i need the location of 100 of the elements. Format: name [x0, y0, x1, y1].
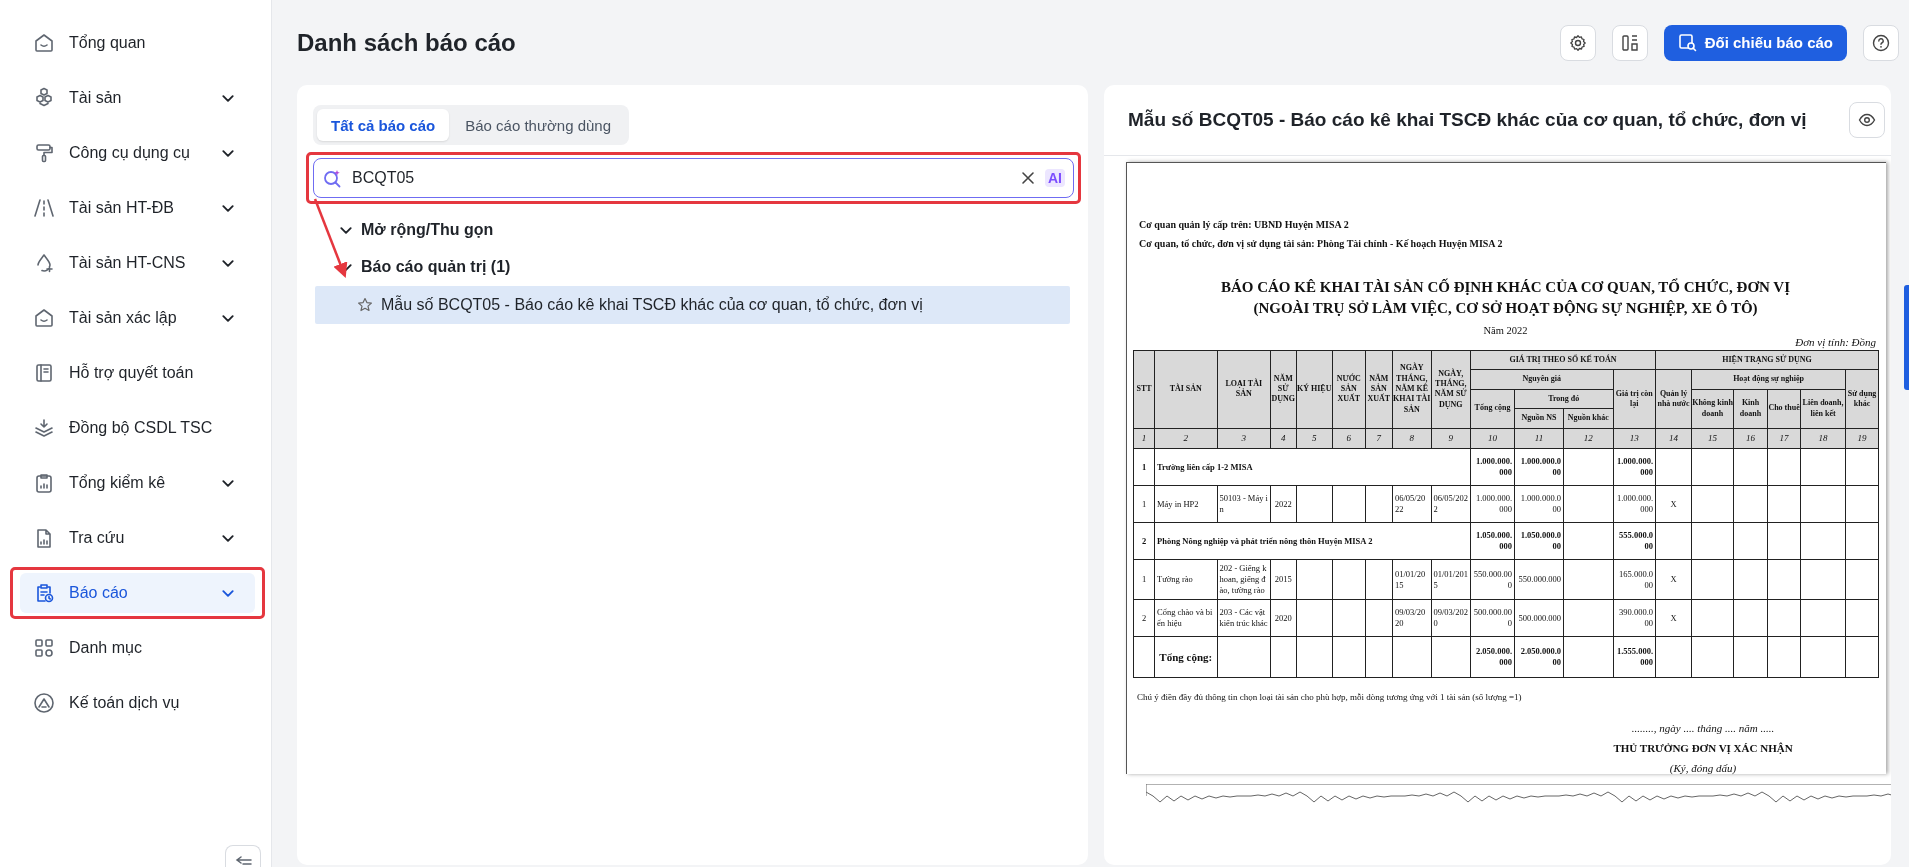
- table-header-cell: NĂM SẢN XUẤT: [1365, 350, 1393, 429]
- nav-item[interactable]: Tài sản HT-ĐB: [20, 188, 255, 228]
- nav-item[interactable]: Báo cáo: [20, 573, 255, 613]
- ai-badge: AI: [1045, 169, 1065, 187]
- signature-hint: (Ký, đóng dấu): [1669, 762, 1737, 775]
- table-cell: 1.050.000.000: [1470, 522, 1515, 560]
- table-header-cell: LOẠI TÀI SẢN: [1217, 350, 1271, 429]
- table-cell: 1.000.000.000: [1470, 485, 1515, 523]
- nav-item[interactable]: Tổng kiểm kê: [20, 463, 255, 503]
- table-cell: 2015: [1270, 559, 1296, 600]
- nav-item[interactable]: Đồng bộ CSDL TSC: [20, 408, 255, 448]
- nav-item[interactable]: Công cụ dụng cụ: [20, 133, 255, 173]
- home-icon: [33, 307, 55, 329]
- table-cell: X: [1655, 559, 1692, 600]
- table-cell: Tường rào: [1154, 559, 1217, 600]
- help-icon: [1872, 33, 1890, 52]
- eye-icon: [1858, 111, 1876, 129]
- preview-button[interactable]: [1849, 102, 1885, 138]
- collapse-sidebar-button[interactable]: [225, 845, 261, 867]
- nav-item[interactable]: Tài sản xác lập: [20, 298, 255, 338]
- table-cell: 01/01/2015: [1431, 559, 1471, 600]
- table-cell: 1: [1133, 485, 1155, 523]
- columns-icon: [1620, 33, 1639, 52]
- nav-item[interactable]: Tổng quan: [20, 23, 255, 63]
- layers-icon: [33, 417, 55, 439]
- table-cell: 555.000.000: [1613, 522, 1656, 560]
- table-cell: 09/03/2020: [1392, 599, 1431, 637]
- document-title: (NGOÀI TRỤ SỞ LÀM VIỆC, CƠ SỞ HOẠT ĐỘNG SỰ NGHIỆP, XE Ô TÔ): [1253, 300, 1758, 317]
- search-input[interactable]: BCQT05: [350, 168, 1011, 188]
- nav-item[interactable]: Tra cứu: [20, 518, 255, 558]
- tab[interactable]: Tất cả báo cáo: [317, 109, 450, 141]
- table-cell: 2020: [1270, 599, 1296, 637]
- document-search-icon: [1677, 33, 1697, 52]
- table-header-cell: NGÀY, THÁNG, NĂM SỬ DỤNG: [1431, 350, 1471, 429]
- nav-item[interactable]: Danh mục: [20, 628, 255, 668]
- table-cell: 06/05/2022: [1431, 485, 1471, 523]
- table-header-cell: STT: [1133, 350, 1155, 429]
- table-cell: 1.000.000.000: [1470, 448, 1515, 486]
- table-cell: 203 - Các vật kiến trúc khác: [1217, 599, 1271, 637]
- table-header-cell: HIỆN TRẠNG SỬ DỤNG: [1655, 350, 1879, 370]
- table-header-cell: Giá trị còn lại: [1613, 369, 1656, 429]
- column-number: 1: [1133, 428, 1155, 449]
- table-cell: 1.000.000.000: [1613, 448, 1656, 486]
- document-year: Năm 2022: [1482, 325, 1529, 336]
- preview-title: Mẫu số BCQT05 - Báo cáo kê khai TSCĐ khác của cơ quan, tổ chức, đơn vị: [1128, 109, 1808, 131]
- table-cell: 06/05/2022: [1392, 485, 1431, 523]
- boxes-icon: [33, 87, 55, 109]
- table-cell: 165.000.000: [1613, 559, 1656, 600]
- table-cell: Trường liên cấp 1-2 MISA: [1154, 448, 1471, 486]
- table-cell: Cổng chào và biển hiệu: [1154, 599, 1217, 637]
- table-header-cell: KÝ HIỆU: [1296, 350, 1333, 429]
- collapse-icon: [233, 853, 253, 867]
- table-cell: 1.050.000.000: [1514, 522, 1564, 560]
- table-header-cell: GIÁ TRỊ THEO SỔ KẾ TOÁN: [1470, 350, 1656, 370]
- currency-unit: Đơn vị tính: Đồng: [1794, 336, 1876, 348]
- table-header-cell: Tổng cộng: [1470, 389, 1515, 429]
- table-cell: 1: [1133, 448, 1155, 486]
- table-cell: Máy in HP2: [1154, 485, 1217, 523]
- table-cell: 500.000.000: [1514, 599, 1564, 637]
- tree-group[interactable]: Báo cáo quản trị (1): [313, 248, 1074, 286]
- table-cell: 202 - Giếng khoan, giếng đào, tường rào: [1217, 559, 1271, 600]
- table-cell: 2.050.000.000: [1514, 636, 1564, 678]
- clear-button[interactable]: [1019, 169, 1037, 187]
- nav-item[interactable]: Tài sản HT-CNS: [20, 243, 255, 283]
- search-field[interactable]: BCQT05 AI: [313, 158, 1074, 198]
- settings-icon: [1568, 33, 1587, 52]
- help-button[interactable]: [1863, 24, 1899, 61]
- table-cell: Tổng cộng:: [1154, 636, 1217, 678]
- settings-button[interactable]: [1559, 24, 1596, 61]
- table-cell: 2: [1133, 599, 1155, 637]
- table-cell: 550.000.000: [1470, 559, 1515, 600]
- report-item[interactable]: Mẫu số BCQT05 - Báo cáo kê khai TSCĐ khác của cơ quan, tổ chức, đơn vị: [315, 286, 1070, 324]
- signature-title: THỦ TRƯỞNG ĐƠN VỊ XÁC NHẬN: [1613, 742, 1793, 755]
- nav-item[interactable]: Hỗ trợ quyết toán: [20, 353, 255, 393]
- table-cell: 50103 - Máy in: [1217, 485, 1271, 523]
- table-cell: 500.000.000: [1470, 599, 1515, 637]
- table-cell: 1.000.000.000: [1514, 448, 1564, 486]
- side-drawer-handle[interactable]: [1904, 285, 1909, 390]
- table-header-cell: NƯỚC SẢN XUẤT: [1332, 350, 1365, 429]
- layout-button[interactable]: [1611, 24, 1648, 61]
- table-cell: 2: [1133, 522, 1155, 560]
- expand-collapse-toggle[interactable]: Mở rộng/Thu gọn: [313, 212, 1074, 248]
- nav-item[interactable]: Kế toán dịch vụ: [20, 683, 255, 723]
- nav-item[interactable]: Tài sản: [20, 78, 255, 118]
- clipboard-chart-icon: [33, 472, 55, 494]
- table-cell: 1.000.000.000: [1514, 485, 1564, 523]
- tab[interactable]: Báo cáo thường dùng: [451, 109, 626, 141]
- document-header-line: Cơ quan quản lý cấp trên: UBND Huyện MISA 2: [1139, 219, 1350, 230]
- document-note: Chú ý điền đầy đủ thông tin chọn loại tài sản cho phù hợp, mỗi dòng tương ứng với 1 tài sản (số lượng =1): [1137, 692, 1523, 703]
- table-cell: 2.050.000.000: [1470, 636, 1515, 678]
- table-cell: X: [1655, 599, 1692, 637]
- ai-search-icon: [322, 168, 342, 188]
- table-cell: 1: [1133, 559, 1155, 600]
- book-icon: [33, 362, 55, 384]
- table-cell: 1.000.000.000: [1613, 485, 1656, 523]
- paint-roller-icon: [33, 142, 55, 164]
- table-cell: 01/01/2015: [1392, 559, 1431, 600]
- page-title: Danh sách báo cáo: [297, 28, 517, 57]
- table-cell: X: [1655, 485, 1692, 523]
- compare-report-button[interactable]: Đối chiếu báo cáo: [1663, 24, 1847, 61]
